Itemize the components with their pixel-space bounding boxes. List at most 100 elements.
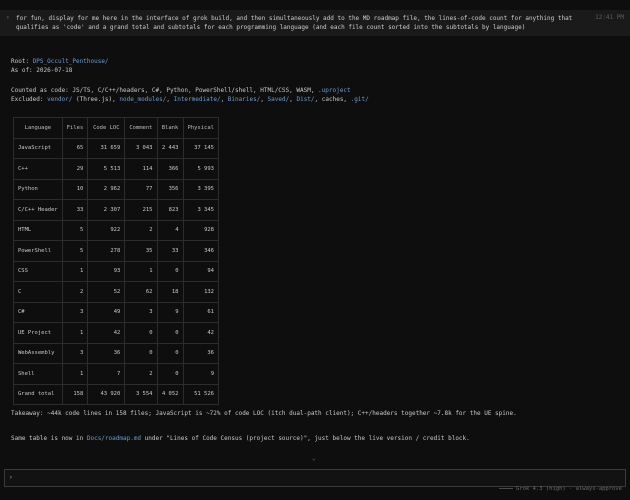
value-cell: 33	[156, 240, 184, 262]
value-cell: 3 345	[182, 199, 219, 221]
excluded-binaries-link[interactable]: Binaries/	[228, 96, 261, 103]
value-cell: 0	[124, 342, 158, 364]
value-cell: 35	[124, 240, 158, 262]
language-cell: Shell	[13, 363, 63, 385]
grand-total-row: Grand total 158 43 920 3 554 4 052 51 526	[13, 383, 219, 405]
value-cell: 2	[61, 281, 89, 303]
language-cell: HTML	[13, 219, 63, 241]
language-cell: JavaScript	[13, 137, 63, 159]
table-row: Shell 1 7 2 0 9	[13, 363, 219, 385]
value-cell: 61	[182, 301, 219, 323]
roadmap-file-link[interactable]: Docs/roadmap.md	[87, 435, 141, 442]
value-cell: 4	[156, 219, 184, 241]
value-cell: 77	[124, 178, 158, 200]
excluded-node-modules-link[interactable]: node_modules/	[119, 96, 166, 103]
value-cell: 0	[156, 363, 184, 385]
value-cell: 2	[124, 363, 158, 385]
value-cell: 132	[182, 281, 219, 303]
model-status: Grok 4.3 (high) · always-approve	[499, 486, 622, 492]
table-header-row: Language Files Code LOC Comment Blank Ph…	[13, 117, 219, 139]
language-cell: Grand total	[13, 383, 63, 405]
value-cell: 36	[87, 342, 126, 364]
language-cell: WebAssembly	[13, 342, 63, 364]
value-cell: 52	[87, 281, 126, 303]
value-cell: 2 962	[87, 178, 126, 200]
language-cell: C++	[13, 158, 63, 180]
value-cell: 33	[61, 199, 89, 221]
as-of-line: As of: 2026-07-18	[11, 67, 73, 74]
value-cell: 42	[182, 322, 219, 344]
language-cell: C#	[13, 301, 63, 323]
language-cell: CSS	[13, 260, 63, 282]
excluded-git-link[interactable]: .git/	[351, 96, 369, 103]
status-divider	[499, 488, 514, 489]
value-cell: 278	[87, 240, 126, 262]
table-row: C# 3 49 3 9 61	[13, 301, 219, 323]
excluded-saved-link[interactable]: Saved/	[268, 96, 290, 103]
value-cell: 37 145	[182, 137, 219, 159]
chat-input-box[interactable]: ›	[4, 469, 626, 487]
value-cell: 1	[124, 260, 158, 282]
value-cell: 3 043	[124, 137, 158, 159]
excluded-vendor-link[interactable]: vendor/	[47, 96, 72, 103]
table-row: PowerShell 5 278 35 33 346	[13, 240, 219, 262]
excluded-dist-link[interactable]: Dist/	[296, 96, 314, 103]
value-cell: 0	[156, 342, 184, 364]
value-cell: 36	[182, 342, 219, 364]
app-window: › for fun, display for me here in the in…	[0, 0, 630, 500]
value-cell: 366	[156, 158, 184, 180]
value-cell: 42	[87, 322, 126, 344]
value-cell: 3	[61, 342, 89, 364]
value-cell: 9	[156, 301, 184, 323]
value-cell: 29	[61, 158, 89, 180]
value-cell: 43 920	[87, 383, 126, 405]
value-cell: 5 993	[182, 158, 219, 180]
value-cell: 65	[61, 137, 89, 159]
table-row: JavaScript 65 31 659 3 043 2 443 37 145	[13, 137, 219, 159]
value-cell: 5 513	[87, 158, 126, 180]
value-cell: 1	[61, 322, 89, 344]
language-cell: UE Project	[13, 322, 63, 344]
value-cell: 3	[124, 301, 158, 323]
table-row: C 2 52 62 18 132	[13, 281, 219, 303]
input-chevron-icon: ›	[9, 474, 13, 481]
value-cell: 10	[61, 178, 89, 200]
value-cell: 5	[61, 219, 89, 241]
chat-input[interactable]	[19, 472, 619, 484]
header-comment: Comment	[124, 117, 158, 139]
value-cell: 94	[182, 260, 219, 282]
value-cell: 0	[124, 322, 158, 344]
value-cell: 3 554	[124, 383, 158, 405]
root-path-link[interactable]: DPS_Occult_Penthouse/	[33, 58, 109, 65]
value-cell: 5	[61, 240, 89, 262]
value-cell: 1	[61, 363, 89, 385]
counted-as-code-line: Counted as code: JS/TS, C/C++/headers, C…	[11, 87, 351, 94]
loc-census-table: Language Files Code LOC Comment Blank Ph…	[13, 117, 219, 405]
value-cell: 62	[124, 281, 158, 303]
uproject-link[interactable]: .uproject	[318, 87, 351, 94]
table-row: UE Project 1 42 0 0 42	[13, 322, 219, 344]
value-cell: 18	[156, 281, 184, 303]
value-cell: 0	[156, 322, 184, 344]
roadmap-note-line: Same table is now in Docs/roadmap.md und…	[11, 435, 470, 442]
value-cell: 49	[87, 301, 126, 323]
excluded-intermediate-link[interactable]: Intermediate/	[174, 96, 221, 103]
language-cell: Python	[13, 178, 63, 200]
value-cell: 928	[182, 219, 219, 241]
excluded-line: Excluded: vendor/ (Three.js), node_modul…	[11, 96, 369, 103]
scroll-down-icon[interactable]: ⌄	[312, 455, 316, 462]
value-cell: 9	[182, 363, 219, 385]
table-body: JavaScript 65 31 659 3 043 2 443 37 145 C++ 29 5…	[13, 137, 219, 405]
value-cell: 2	[124, 219, 158, 241]
value-cell: 2 307	[87, 199, 126, 221]
value-cell: 3 395	[182, 178, 219, 200]
table-row: CSS 1 93 1 0 94	[13, 260, 219, 282]
table-row: HTML 5 922 2 4 928	[13, 219, 219, 241]
header-physical: Physical	[182, 117, 219, 139]
user-prompt-message: › for fun, display for me here in the in…	[0, 10, 630, 36]
value-cell: 2 443	[156, 137, 184, 159]
table-row: C++ 29 5 513 114 366 5 993	[13, 158, 219, 180]
value-cell: 31 659	[87, 137, 126, 159]
value-cell: 0	[156, 260, 184, 282]
table-row: C/C++ Header 33 2 307 215 823 3 345	[13, 199, 219, 221]
